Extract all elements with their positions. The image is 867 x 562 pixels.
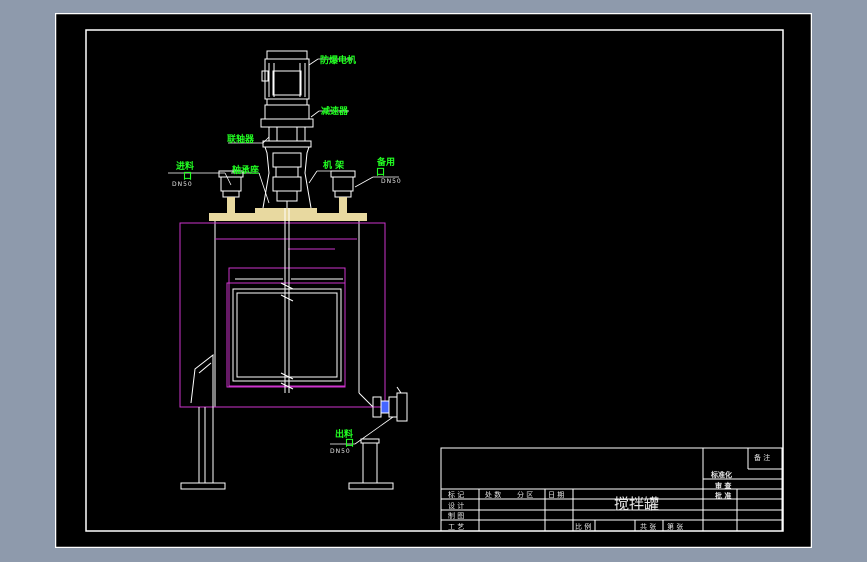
top-flange (209, 213, 367, 221)
inlet-spec: DN50 (172, 181, 193, 188)
spare-nozzle (330, 170, 356, 213)
sheet-no-label: 第 张 (667, 523, 684, 531)
spare-mouth-label: 口 (376, 168, 386, 178)
scale-label: 比 例 (575, 523, 592, 531)
remark-label: 备 注 (754, 454, 771, 462)
inner-frame (85, 29, 784, 532)
shaft (280, 208, 294, 393)
inlet-nozzle (218, 170, 244, 213)
approve-label: 批 准 (715, 492, 732, 500)
draw-row-label: 制 图 (448, 512, 465, 520)
drawing-title: 搅拌罐 (614, 495, 660, 513)
stand-frame (262, 146, 312, 209)
design-row-label: 设 计 (448, 502, 465, 510)
col3-label: 分 区 (517, 491, 534, 499)
dimension-lines (179, 222, 386, 408)
outlet-valve (372, 386, 408, 422)
outlet-spec: DN50 (330, 448, 351, 455)
drawing-sheet: 防爆电机 减速器 联轴器 轴承座 机 架 进料 口 DN50 备用 口 DN50… (55, 13, 812, 548)
motor-label: 防爆电机 (320, 56, 357, 66)
reducer (260, 104, 314, 148)
outer-frame (55, 13, 812, 548)
review-label: 审 查 (715, 482, 732, 490)
impeller (232, 278, 343, 382)
sheet-total-label: 共 张 (640, 523, 657, 531)
mounting-plate (255, 208, 317, 213)
coupling-label: 联轴器 (227, 135, 255, 145)
col4-label: 日 期 (548, 491, 565, 499)
spare-spec: DN50 (381, 178, 402, 185)
mixing-tank-drawing (55, 13, 812, 548)
frame-label: 机 架 (323, 161, 345, 171)
right-leg (348, 438, 394, 490)
bearing-seat-label: 轴承座 (232, 166, 260, 176)
proc-row-label: 工 艺 (448, 523, 465, 531)
std-label: 标准化 (711, 471, 732, 479)
left-leg (180, 353, 226, 490)
col2-label: 处 数 (485, 491, 502, 499)
reducer-label: 减速器 (321, 107, 349, 117)
col1-label: 标 记 (448, 491, 465, 499)
motor (261, 50, 310, 106)
